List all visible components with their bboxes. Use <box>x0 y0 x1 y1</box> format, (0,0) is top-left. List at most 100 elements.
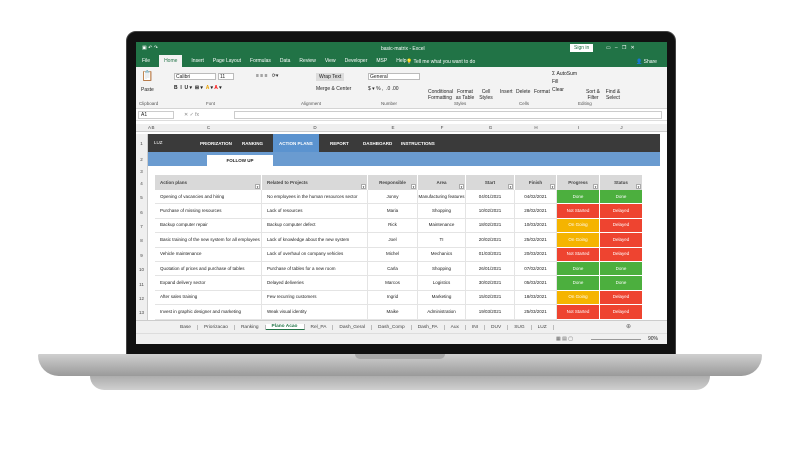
table-cell[interactable]: Opening of vacancies and hiring <box>155 190 262 205</box>
status-badge[interactable]: Delayed <box>600 218 643 234</box>
tab-home[interactable]: Home <box>159 55 183 67</box>
progress-badge[interactable]: On Going <box>557 218 600 234</box>
table-cell[interactable]: 05/03/2021 <box>515 276 557 291</box>
table-cell[interactable]: Invest in graphic designer and marketing <box>155 305 262 320</box>
window-controls[interactable]: ▭ – ❐ ✕ <box>606 45 635 51</box>
table-cell[interactable]: 28/02/2021 <box>515 204 557 219</box>
conditional-formatting-button[interactable]: Conditional Formatting <box>428 89 453 101</box>
table-cell[interactable]: Lack of resources <box>262 204 368 219</box>
sheet-tab-dash_geral[interactable]: Dash_Geral <box>333 324 373 330</box>
table-cell[interactable]: 07/02/2021 <box>515 262 557 277</box>
filter-dropdown-icon[interactable]: ▾ <box>255 184 260 189</box>
table-cell[interactable]: 18/02/2021 <box>466 218 515 234</box>
format-as-table-button[interactable]: Format as Table <box>454 89 476 101</box>
row-header[interactable]: 1 <box>136 134 148 152</box>
sheet-tab-base[interactable]: Base <box>174 324 198 330</box>
table-cell[interactable]: Maike <box>368 305 418 320</box>
progress-badge[interactable]: Done <box>557 276 600 291</box>
table-cell[interactable]: 04/01/2021 <box>466 190 515 205</box>
column-header[interactable]: F <box>418 125 466 130</box>
sheet-tab-rel_pa[interactable]: Rel_PA <box>305 324 334 330</box>
table-cell[interactable]: 10/03/2021 <box>515 218 557 234</box>
table-cell[interactable]: Shopping <box>418 262 466 277</box>
table-cell[interactable]: Administration <box>418 305 466 320</box>
filter-dropdown-icon[interactable]: ▾ <box>361 184 366 189</box>
insert-cells-button[interactable]: Insert <box>500 89 513 95</box>
table-cell[interactable]: Quotation of prices and purchase of tabl… <box>155 262 262 277</box>
table-cell[interactable]: Marketing <box>418 290 466 306</box>
filter-dropdown-icon[interactable]: ▾ <box>636 184 641 189</box>
view-buttons[interactable]: ▦ ▤ ▢ <box>556 336 573 342</box>
align-buttons[interactable]: ≡ ≡ ≡ ⟳▾ <box>256 73 278 79</box>
column-header[interactable]: J <box>600 125 643 130</box>
table-cell[interactable]: Delayed deliveries <box>262 276 368 291</box>
table-cell[interactable]: 01/03/2021 <box>466 247 515 262</box>
sheet-tab-plano-acao[interactable]: Plano Acao <box>265 324 305 330</box>
table-cell[interactable]: Purchase of tables for a new room <box>262 262 368 277</box>
font-format-buttons[interactable]: B I U ▾ ⊞ ▾ A ▾ A ▾ <box>174 85 222 91</box>
table-cell[interactable]: 10/02/2021 <box>466 204 515 219</box>
table-cell[interactable]: 30/02/2021 <box>466 276 515 291</box>
status-badge[interactable]: Delayed <box>600 204 643 219</box>
progress-badge[interactable]: Not Started <box>557 247 600 262</box>
tab-file[interactable]: File <box>142 58 150 64</box>
table-cell[interactable]: Basic training of the new system for all… <box>155 233 262 248</box>
tab-review[interactable]: Review <box>299 58 315 64</box>
table-cell[interactable]: 20/02/2021 <box>466 233 515 248</box>
row-header[interactable]: 5 <box>136 190 148 205</box>
name-box[interactable]: A1 <box>138 111 174 119</box>
table-cell[interactable]: 25/02/2021 <box>515 233 557 248</box>
row-header[interactable]: 8 <box>136 233 148 248</box>
table-cell[interactable]: Logistics <box>418 276 466 291</box>
tab-msp[interactable]: MSP <box>376 58 387 64</box>
filter-dropdown-icon[interactable]: ▾ <box>411 184 416 189</box>
merge-center-button[interactable]: Merge & Center <box>316 86 351 92</box>
table-cell[interactable]: Vehicle maintenance <box>155 247 262 262</box>
sheet-tab-sug[interactable]: SUG <box>508 324 532 330</box>
sheet-tab-aux[interactable]: Aux <box>445 324 466 330</box>
delete-cells-button[interactable]: Delete <box>516 89 530 95</box>
formula-input[interactable] <box>234 111 662 119</box>
status-badge[interactable]: Delayed <box>600 305 643 320</box>
tab-help[interactable]: Help <box>396 58 406 64</box>
sheet-tab-dash_pa[interactable]: Dash_PA <box>412 324 445 330</box>
table-cell[interactable]: 04/02/2021 <box>515 190 557 205</box>
column-header[interactable]: D <box>262 125 368 130</box>
table-cell[interactable]: Rick <box>368 218 418 234</box>
column-header[interactable]: C <box>155 125 262 130</box>
sheet-tab-luz[interactable]: LUZ <box>532 324 554 330</box>
table-cell[interactable]: 26/01/2021 <box>466 262 515 277</box>
row-header[interactable]: 13 <box>136 305 148 320</box>
sign-in-button[interactable]: Sign in <box>570 44 594 52</box>
tab-follow-up[interactable]: FOLLOW UP <box>207 155 273 166</box>
table-cell[interactable]: Expand delivery sector <box>155 276 262 291</box>
font-size-select[interactable]: 11 <box>218 73 234 80</box>
status-badge[interactable]: Delayed <box>600 247 643 262</box>
wrap-text-button[interactable]: Wrap Text <box>316 73 345 81</box>
column-header[interactable]: I <box>557 125 600 130</box>
nav-dashboard[interactable]: DASHBOARD <box>363 141 392 146</box>
sort-filter-button[interactable]: Sort & Filter <box>584 89 602 101</box>
sheet-tab-priorizacao[interactable]: Priorizacao <box>198 324 235 330</box>
table-cell[interactable]: 20/03/2021 <box>515 247 557 262</box>
zoom-slider[interactable] <box>591 339 641 340</box>
clear-button[interactable]: Clear <box>552 87 564 93</box>
progress-badge[interactable]: On Going <box>557 290 600 306</box>
status-badge[interactable]: Done <box>600 276 643 291</box>
table-cell[interactable]: No employees in the human resources sect… <box>262 190 368 205</box>
table-cell[interactable]: 25/03/2021 <box>515 305 557 320</box>
table-cell[interactable]: Carla <box>368 262 418 277</box>
table-cell[interactable]: Backup computer defect <box>262 218 368 234</box>
row-header[interactable]: 9 <box>136 247 148 262</box>
autosum-button[interactable]: Σ AutoSum <box>552 71 577 77</box>
table-cell[interactable]: Lack of overhaul on company vehicles <box>262 247 368 262</box>
table-cell[interactable]: Weak visual identity <box>262 305 368 320</box>
table-cell[interactable]: Marcos <box>368 276 418 291</box>
table-cell[interactable]: Manufacturing features <box>418 190 466 205</box>
sheet-tab-duv[interactable]: DUV <box>485 324 509 330</box>
tab-insert[interactable]: Insert <box>191 58 204 64</box>
table-cell[interactable]: Purchase of missing resources <box>155 204 262 219</box>
cell-styles-button[interactable]: Cell Styles <box>478 89 494 101</box>
filter-dropdown-icon[interactable]: ▾ <box>593 184 598 189</box>
table-cell[interactable]: Joel <box>368 233 418 248</box>
